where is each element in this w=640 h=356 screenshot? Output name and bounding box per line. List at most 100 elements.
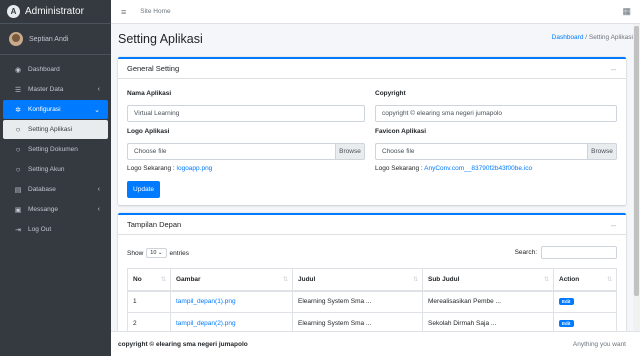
chevron-left-icon: ‹ — [97, 206, 100, 213]
circle-icon: ○ — [15, 165, 21, 174]
sidebar-item-logout[interactable]: ⇥ Log Out — [3, 220, 108, 239]
breadcrumb-dashboard-link[interactable]: Dashboard — [552, 34, 584, 41]
sort-icon: ⇅ — [412, 276, 418, 283]
dashboard-icon: ◉ — [14, 66, 22, 74]
gambar-link[interactable]: tampil_depan(2).png — [176, 320, 236, 327]
cell-judul: Elearning System Sma ... — [292, 312, 423, 331]
collapse-icon[interactable]: – — [611, 220, 616, 230]
sidebar-item-label: Log Out — [28, 226, 52, 233]
cell-sub-judul: Sekolah Dirmah Saja ... — [422, 312, 554, 331]
edit-button[interactable]: Edit — [559, 320, 574, 327]
logo-browse-button[interactable]: Browse — [335, 144, 364, 159]
footer-copyright: copyright © elearing sma negeri jumapolo — [118, 340, 248, 348]
breadcrumb: Dashboard / Setting Aplikasi — [552, 34, 633, 41]
logo-current: Logo Sekarang : logoapp.png — [127, 165, 212, 172]
sort-icon: ⇅ — [606, 276, 612, 283]
sort-icon: ⇅ — [160, 276, 166, 283]
search-control: Search: — [515, 246, 617, 259]
topbar: ≡ Site Home ▦ — [111, 0, 640, 24]
chevron-down-icon: ⌄ — [94, 106, 100, 114]
card-title: General Setting — [127, 64, 180, 73]
sidebar-item-master-data[interactable]: ☰ Master Data ‹ — [3, 80, 108, 99]
logo-file-input[interactable]: Choose file Browse — [127, 143, 365, 160]
edit-button[interactable]: Edit — [559, 298, 574, 306]
entries-select[interactable]: 10 ⌄ — [146, 248, 167, 258]
favicon-browse-button[interactable]: Browse — [587, 144, 616, 159]
main-content: Setting Aplikasi Dashboard / Setting Apl… — [111, 24, 633, 331]
sidebar-item-konfigurasi[interactable]: ✲ Konfigurasi ⌄ — [3, 100, 108, 119]
sidebar-item-label: Setting Aplikasi — [28, 126, 73, 133]
chevron-left-icon: ‹ — [97, 86, 100, 93]
sidebar-item-label: Dashboard — [28, 66, 60, 73]
search-label: Search: — [514, 249, 537, 256]
cell-gambar: tampil_depan(1).png — [170, 290, 293, 313]
cell-action: Edit — [553, 290, 617, 313]
circle-icon: ○ — [15, 125, 21, 134]
brand[interactable]: A Administrator — [0, 0, 111, 24]
favicon-file-name: Choose file — [382, 148, 415, 155]
site-home-link[interactable]: Site Home — [140, 8, 170, 15]
breadcrumb-separator: / — [585, 34, 588, 41]
column-header-action[interactable]: Action ⇅ — [553, 268, 617, 292]
sidebar-item-label: Setting Akun — [28, 166, 65, 173]
favicon-aplikasi-label: Favicon Aplikasi — [375, 128, 427, 135]
column-header-judul[interactable]: Judul ⇅ — [292, 268, 423, 292]
entries-control: Show 10 ⌄ entries — [127, 248, 189, 258]
search-input[interactable] — [541, 246, 617, 259]
cell-action: Edit — [553, 312, 617, 331]
sidebar-item-database[interactable]: ▤ Database ‹ — [3, 180, 108, 199]
gear-icon: ✲ — [15, 106, 21, 114]
footer-right-text: Anything you want — [572, 340, 626, 348]
grid-icon[interactable]: ▦ — [622, 6, 631, 17]
sidebar-item-messange[interactable]: ▣ Messange ‹ — [3, 200, 108, 219]
favicon-current-link[interactable]: AnyConv.com__83790f2b43f00be.ico — [424, 165, 532, 172]
user-panel[interactable]: Septian Andi — [0, 24, 111, 55]
scrollbar-thumb[interactable] — [634, 26, 639, 296]
page-title: Setting Aplikasi — [118, 32, 203, 46]
nama-aplikasi-input[interactable]: Virtual Learning — [127, 105, 365, 122]
cell-judul: Elearning System Sma ... — [292, 290, 423, 313]
collapse-icon[interactable]: – — [611, 64, 616, 74]
gambar-link[interactable]: tampil_depan(1).png — [176, 298, 236, 305]
user-name: Septian Andi — [29, 35, 69, 43]
hamburger-icon[interactable]: ≡ — [121, 7, 126, 17]
copyright-label: Copyright — [375, 90, 406, 97]
column-header-no[interactable]: No ⇅ — [127, 268, 171, 292]
sidebar-nav: ◉ Dashboard ☰ Master Data ‹ ✲ Konfiguras… — [0, 55, 111, 239]
card-header: General Setting – — [118, 59, 626, 79]
sidebar-item-dashboard[interactable]: ◉ Dashboard — [3, 60, 108, 79]
update-button[interactable]: Update — [127, 181, 160, 198]
cell-sub-judul: Merealisasikan Pembe ... — [422, 290, 554, 313]
message-icon: ▣ — [14, 206, 22, 214]
brand-title: Administrator — [25, 6, 84, 17]
footer: copyright © elearing sma negeri jumapolo… — [111, 331, 640, 356]
logo-file-name: Choose file — [134, 148, 167, 155]
nama-aplikasi-label: Nama Aplikasi — [127, 90, 172, 97]
column-header-sub-judul[interactable]: Sub Judul ⇅ — [422, 268, 554, 292]
cell-no: 1 — [127, 290, 171, 313]
column-header-gambar[interactable]: Gambar ⇅ — [170, 268, 293, 292]
table-icon: ▤ — [14, 186, 22, 194]
favicon-current-prefix: Logo Sekarang : — [375, 165, 423, 172]
sidebar-item-setting-dokumen[interactable]: ○ Setting Dokumen — [3, 140, 108, 159]
sidebar-item-label: Master Data — [28, 86, 64, 93]
breadcrumb-current: Setting Aplikasi — [588, 34, 633, 41]
logo-current-prefix: Logo Sekarang : — [127, 165, 175, 172]
sidebar: A Administrator Septian Andi ◉ Dashboard… — [0, 0, 111, 356]
card-header: Tampilan Depan – — [118, 215, 626, 235]
favicon-current: Logo Sekarang : AnyConv.com__83790f2b43f… — [375, 165, 532, 172]
tampilan-table: No ⇅ Gambar ⇅ Judul ⇅ Sub Judul ⇅ Action ⇅ 1 … — [127, 268, 617, 331]
entries-label: entries — [169, 249, 190, 257]
scrollbar[interactable] — [633, 24, 640, 331]
show-label: Show — [127, 249, 144, 257]
sidebar-item-setting-akun[interactable]: ○ Setting Akun — [3, 160, 108, 179]
copyright-input[interactable]: copyright © elearing sma negeri jumapolo — [375, 105, 617, 122]
favicon-file-input[interactable]: Choose file Browse — [375, 143, 617, 160]
logout-icon: ⇥ — [15, 226, 21, 234]
table-row: 2 tampil_depan(2).png Elearning System S… — [127, 312, 617, 331]
sort-icon: ⇅ — [282, 276, 288, 283]
logo-current-link[interactable]: logoapp.png — [177, 165, 213, 172]
sidebar-item-setting-aplikasi[interactable]: ○ Setting Aplikasi — [3, 120, 108, 139]
avatar — [9, 32, 23, 46]
circle-icon: ○ — [15, 145, 21, 154]
